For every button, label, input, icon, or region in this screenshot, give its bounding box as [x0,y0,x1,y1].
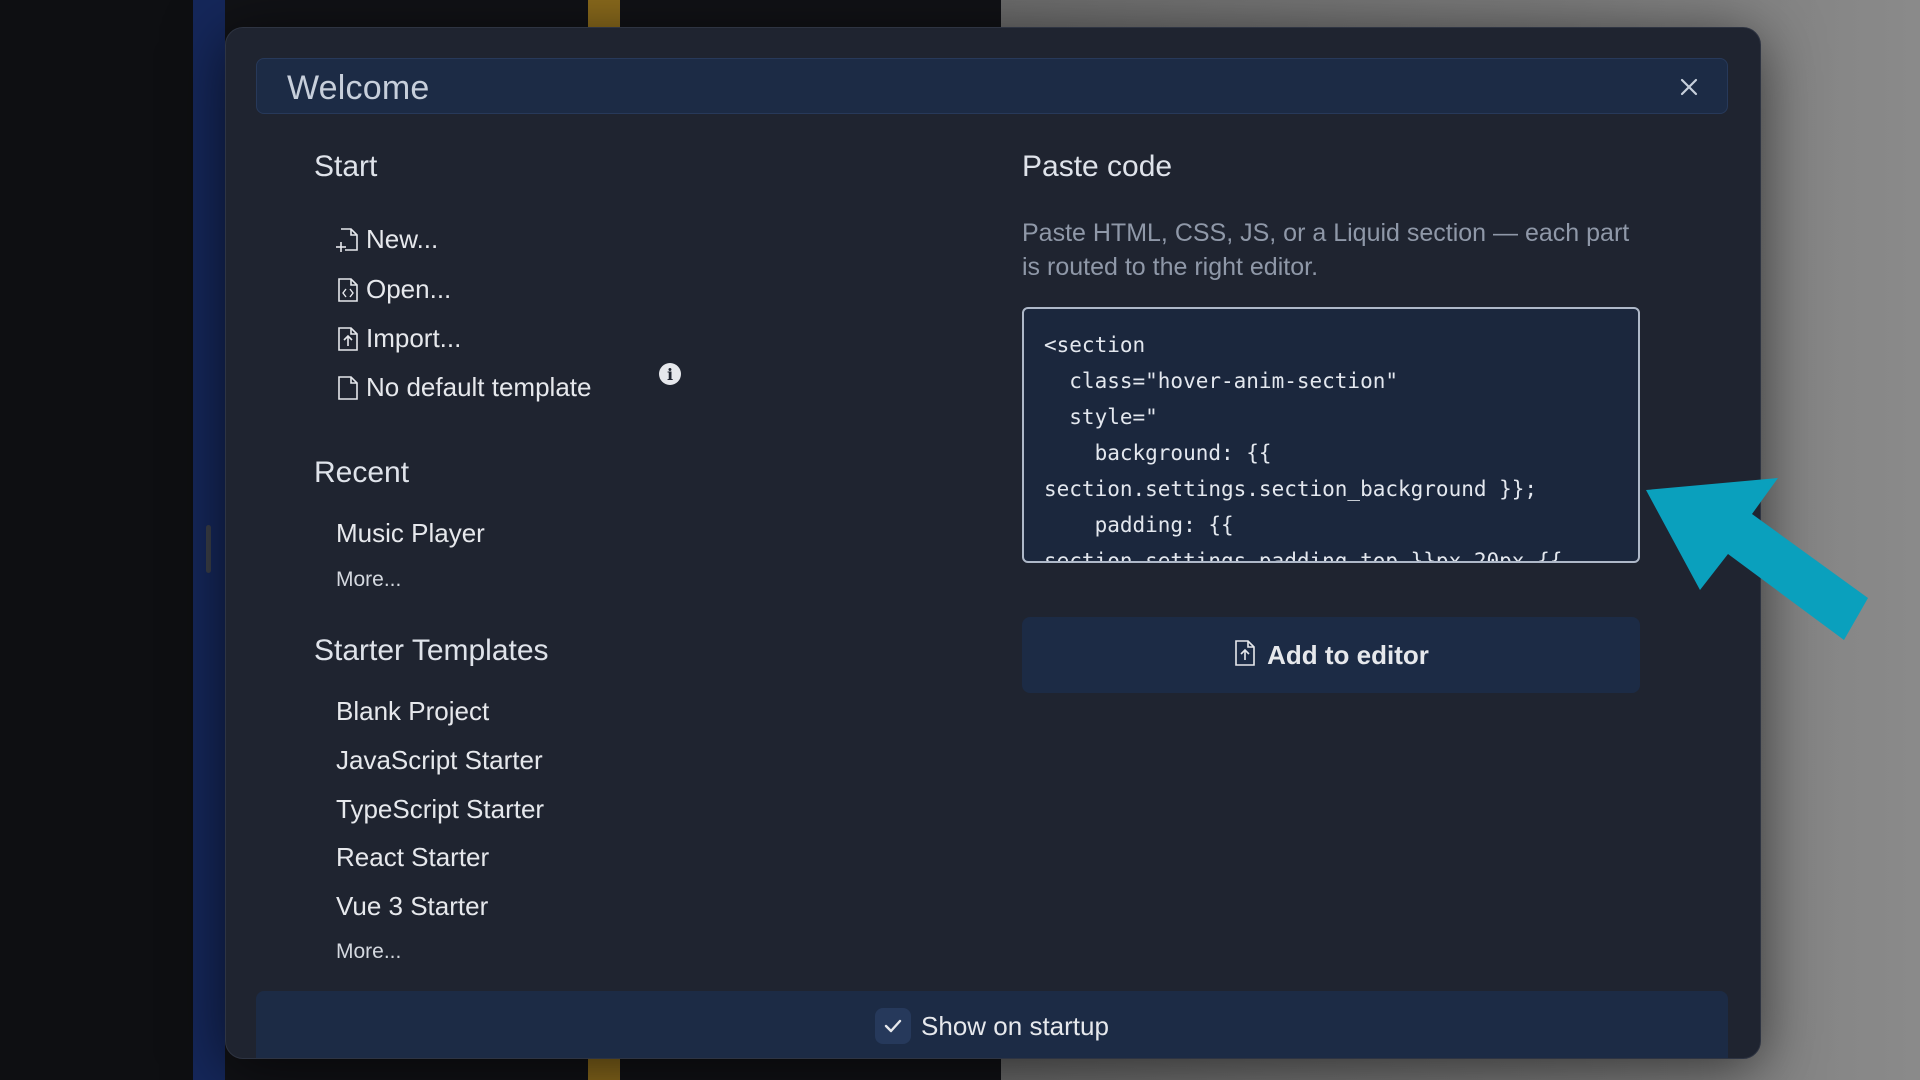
open-file-icon [336,277,360,303]
template-item-javascript-starter[interactable]: JavaScript Starter [336,745,543,776]
paste-code-description: Paste HTML, CSS, JS, or a Liquid section… [1022,219,1630,281]
import-label: Import... [366,323,462,353]
template-item-typescript-starter[interactable]: TypeScript Starter [336,794,544,825]
checkmark-icon [884,1019,902,1033]
dialog-titlebar: Welcome [256,58,1728,114]
open-file-item[interactable]: Open... [336,274,451,305]
dialog-title: Welcome [287,69,430,107]
add-to-editor-icon [1233,639,1257,672]
new-file-label: New... [366,224,439,254]
no-default-template-item[interactable]: No default template [336,372,591,403]
recent-item-music-player[interactable]: Music Player [336,518,485,549]
no-default-template-label: No default template [366,372,592,402]
template-item-blank-project[interactable]: Blank Project [336,696,489,727]
close-icon[interactable] [1675,73,1703,101]
resize-handle[interactable] [206,525,211,573]
templates-more-link[interactable]: More... [336,940,401,964]
info-icon[interactable]: i [659,363,681,385]
show-on-startup-label: Show on startup [921,1010,1109,1041]
import-icon [336,326,360,352]
starter-templates-heading: Starter Templates [314,634,549,667]
template-item-vue-3-starter[interactable]: Vue 3 Starter [336,891,488,922]
template-item-react-starter[interactable]: React Starter [336,842,489,873]
recent-more-link[interactable]: More... [336,568,401,592]
paste-code-content: <section class="hover-anim-section" styl… [1044,333,1563,563]
start-heading: Start [314,150,378,183]
add-to-editor-label: Add to editor [1267,639,1429,670]
new-file-item[interactable]: New... [336,224,438,255]
add-to-editor-button[interactable]: Add to editor [1022,617,1640,693]
background-left-panel [0,0,193,1080]
paste-code-heading: Paste code [1022,150,1173,183]
welcome-dialog: Welcome Start New... Open... Import... N… [225,27,1761,1059]
recent-heading: Recent [314,456,410,489]
import-item[interactable]: Import... [336,323,461,354]
open-file-label: Open... [366,274,452,304]
show-on-startup-checkbox[interactable] [875,1008,912,1044]
paste-code-textarea[interactable]: <section class="hover-anim-section" styl… [1022,307,1640,563]
file-icon [336,375,360,401]
dialog-footer: Show on startup [256,991,1728,1058]
annotation-arrow-icon [1646,478,1868,640]
new-file-icon [336,227,360,253]
